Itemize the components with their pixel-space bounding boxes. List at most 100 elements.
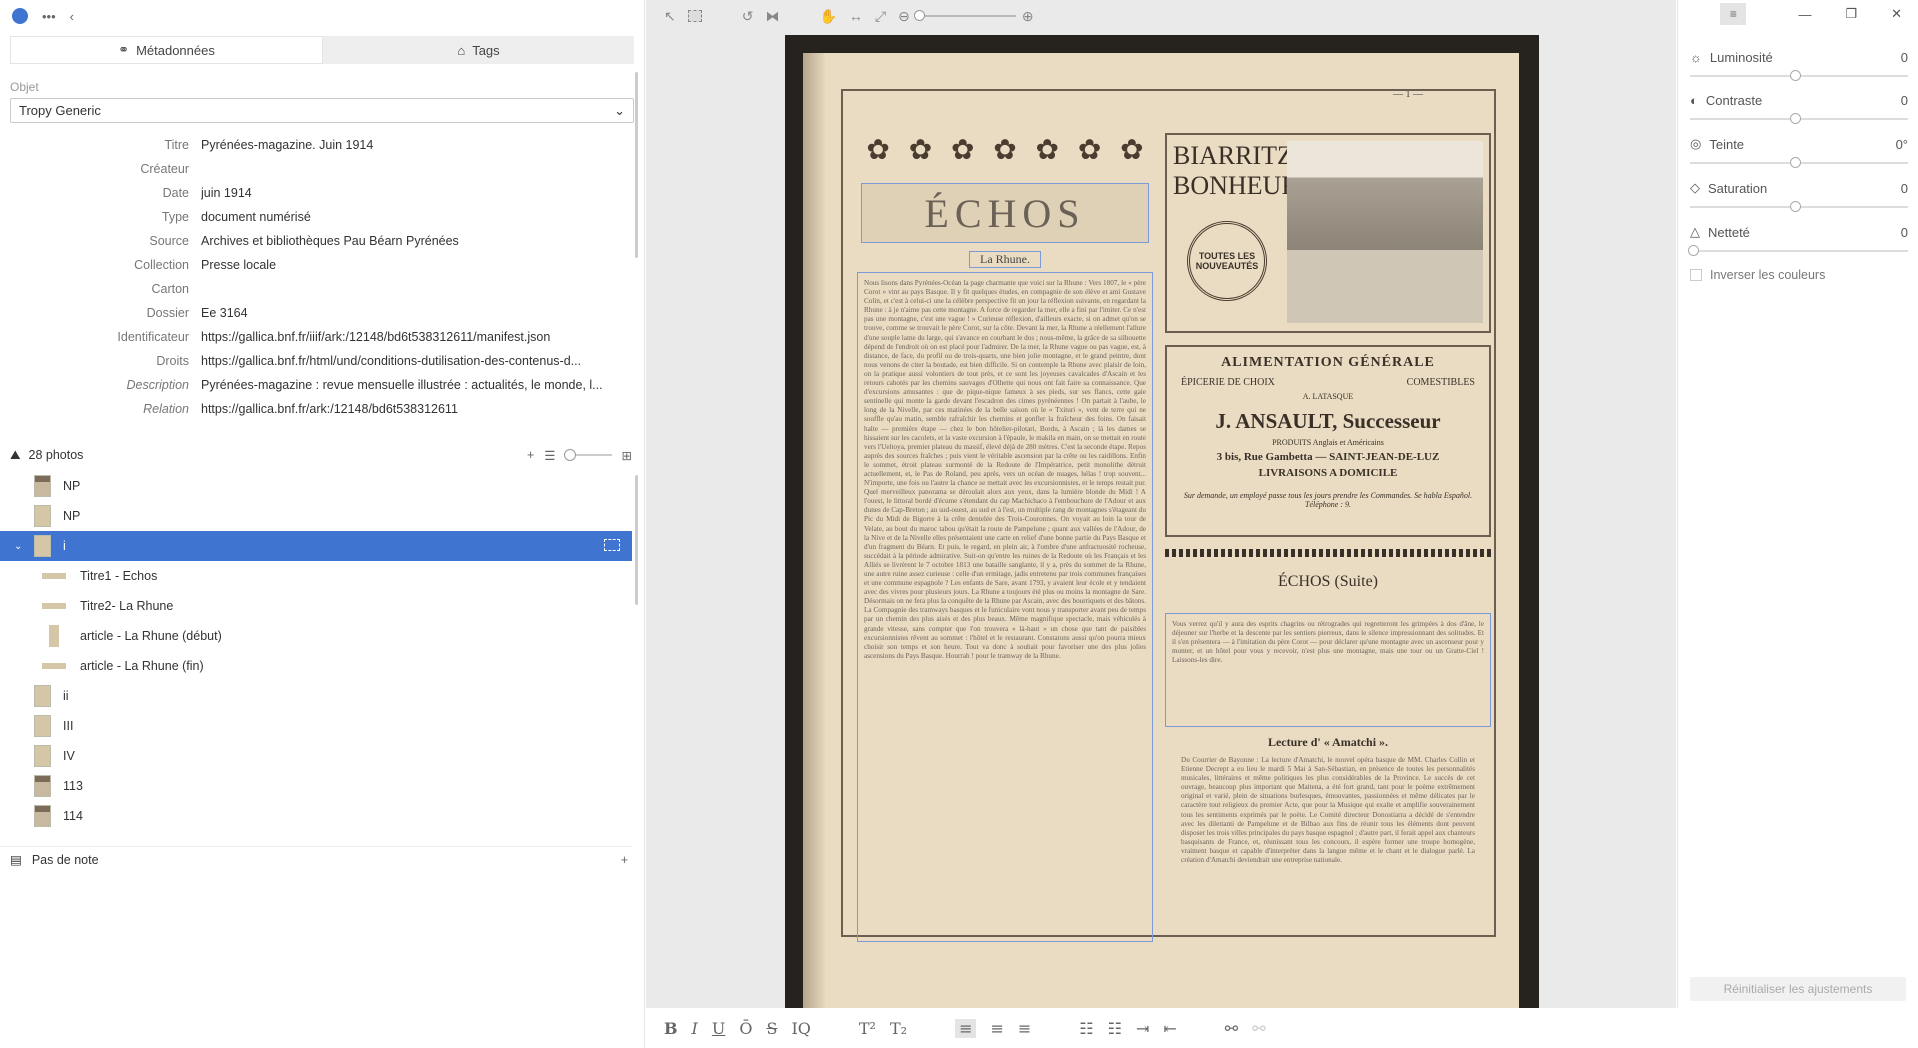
- back-icon[interactable]: ‹: [70, 9, 74, 24]
- metadata-row[interactable]: Dossier Ee 3164: [0, 301, 644, 325]
- arrow-tool-icon[interactable]: ↖: [664, 8, 676, 25]
- italic-button[interactable]: I: [692, 1019, 698, 1038]
- rotate-icon[interactable]: ↺: [742, 8, 754, 25]
- fit-icon[interactable]: ⤢: [875, 8, 886, 25]
- invert-checkbox[interactable]: [1690, 269, 1702, 281]
- metadata-value[interactable]: Pyrénées-magazine : revue mensuelle illu…: [201, 378, 621, 392]
- invert-colors[interactable]: Inverser les couleurs: [1690, 268, 1908, 282]
- tab-tags[interactable]: ⌂ Tags: [323, 36, 634, 64]
- hue-slider[interactable]: [1690, 157, 1908, 168]
- metadata-row[interactable]: Identificateur https://gallica.bnf.fr/iii…: [0, 325, 644, 349]
- selection-suite[interactable]: Vous verrez qu'il y aura des esprits cha…: [1165, 613, 1491, 727]
- selection-item[interactable]: Titre1 - Echos: [0, 561, 632, 591]
- slider-knob[interactable]: [1790, 201, 1801, 212]
- mirror-icon[interactable]: ⧓: [765, 8, 779, 25]
- metadata-row[interactable]: Droits https://gallica.bnf.fr/html/und/co…: [0, 349, 644, 373]
- sharpness-slider[interactable]: [1688, 245, 1908, 256]
- metadata-value[interactable]: https://gallica.bnf.fr/iiif/ark:/12148/b…: [201, 330, 621, 344]
- metadata-row[interactable]: Type document numérisé: [0, 205, 644, 229]
- selection-echos-title[interactable]: ÉCHOS: [861, 183, 1149, 243]
- grid-view-icon[interactable]: ⊞: [622, 448, 632, 463]
- zoom-slider[interactable]: [913, 10, 1016, 21]
- thumb-size-slider[interactable]: [563, 449, 612, 461]
- metadata-value[interactable]: juin 1914: [201, 186, 621, 200]
- zoom-knob[interactable]: [913, 10, 925, 21]
- metadata-value[interactable]: https://gallica.bnf.fr/ark:/12148/bd6t53…: [201, 402, 621, 416]
- outdent-icon[interactable]: ⇤: [1163, 1019, 1176, 1038]
- metadata-row[interactable]: Carton: [0, 277, 644, 301]
- metadata-value[interactable]: Presse locale: [201, 258, 621, 272]
- list-item-selected[interactable]: ⌄ i: [0, 531, 632, 561]
- zoom-out-icon[interactable]: ⊖: [898, 8, 910, 25]
- metadata-scrollbar[interactable]: [635, 72, 638, 258]
- template-select[interactable]: Tropy Generic ⌄: [10, 98, 634, 123]
- fit-width-icon[interactable]: ↔: [849, 8, 863, 24]
- metadata-value[interactable]: Pyrénées-magazine. Juin 1914: [201, 138, 621, 152]
- superscript-button[interactable]: T²: [859, 1019, 876, 1038]
- selection-item[interactable]: Titre2- La Rhune: [0, 591, 632, 621]
- subscript-button[interactable]: T₂: [890, 1019, 907, 1038]
- underline-button[interactable]: U: [712, 1019, 725, 1038]
- photos-scrollbar[interactable]: [635, 475, 638, 605]
- metadata-value[interactable]: Ee 3164: [201, 306, 621, 320]
- link-icon[interactable]: ⚯: [1225, 1019, 1238, 1038]
- app-icon[interactable]: [12, 8, 28, 24]
- metadata-row[interactable]: Titre Pyrénées-magazine. Juin 1914: [0, 133, 644, 157]
- selection-item[interactable]: article - La Rhune (début): [0, 621, 632, 651]
- slider-knob[interactable]: [1688, 245, 1699, 256]
- list-view-icon[interactable]: ☰: [544, 448, 555, 463]
- overline-button[interactable]: Ō: [739, 1019, 752, 1038]
- chevron-down-icon[interactable]: ⌄: [14, 541, 22, 552]
- more-icon[interactable]: •••: [42, 9, 56, 24]
- tab-metadata[interactable]: ⚭ Métadonnées: [10, 36, 323, 64]
- metadata-row[interactable]: Date juin 1914: [0, 181, 644, 205]
- contrast-slider[interactable]: [1690, 113, 1908, 124]
- list-item[interactable]: 113: [0, 771, 632, 801]
- add-note-icon[interactable]: +: [621, 853, 628, 867]
- selection-icon[interactable]: [604, 539, 620, 551]
- metadata-value[interactable]: https://gallica.bnf.fr/html/und/conditio…: [201, 354, 621, 368]
- minimize-icon[interactable]: —: [1798, 7, 1811, 22]
- selection-rhune-title[interactable]: La Rhune.: [969, 251, 1041, 268]
- unlink-icon[interactable]: ⚯: [1252, 1019, 1265, 1038]
- slider-knob[interactable]: [1790, 157, 1801, 168]
- list-item[interactable]: 114: [0, 801, 632, 831]
- slider-knob[interactable]: [1790, 113, 1801, 124]
- metadata-row[interactable]: Description Pyrénées-magazine : revue men…: [0, 373, 644, 397]
- saturation-slider[interactable]: [1690, 201, 1908, 212]
- close-icon[interactable]: ✕: [1891, 6, 1902, 22]
- list-item[interactable]: NP: [0, 501, 632, 531]
- bold-button[interactable]: B: [664, 1019, 678, 1038]
- hand-icon[interactable]: ✋: [819, 8, 836, 25]
- metadata-value[interactable]: document numérisé: [201, 210, 621, 224]
- align-right-icon[interactable]: ≡: [1018, 1019, 1031, 1038]
- list-item[interactable]: NP: [0, 471, 632, 501]
- list-item[interactable]: ii: [0, 681, 632, 711]
- metadata-row[interactable]: Créateur: [0, 157, 644, 181]
- metadata-row[interactable]: Collection Presse locale: [0, 253, 644, 277]
- selection-item[interactable]: article - La Rhune (fin): [0, 651, 632, 681]
- sliders-icon[interactable]: ≡: [1720, 3, 1747, 25]
- slider-knob[interactable]: [563, 449, 576, 461]
- bullet-list-icon[interactable]: ☷: [1079, 1019, 1093, 1038]
- strike-button[interactable]: S: [766, 1019, 777, 1038]
- add-icon[interactable]: +: [527, 448, 534, 462]
- selection-article[interactable]: Nous lisons dans Pyrénées-Océan la page …: [857, 272, 1153, 942]
- metadata-row[interactable]: Source Archives et bibliothèques Pau Béar…: [0, 229, 644, 253]
- list-item[interactable]: III: [0, 711, 632, 741]
- list-item[interactable]: IV: [0, 741, 632, 771]
- metadata-value[interactable]: Archives et bibliothèques Pau Béarn Pyré…: [201, 234, 621, 248]
- slider-knob[interactable]: [1790, 70, 1801, 81]
- reset-button[interactable]: Réinitialiser les ajustements: [1690, 977, 1906, 1001]
- brightness-slider[interactable]: [1690, 70, 1908, 81]
- image-viewer[interactable]: ↖ ↺ ⧓ ✋ ↔ ⤢ ⊖ ⊕ — 1 — ✿ ✿ ✿ ✿ ✿ ✿ ✿ ÉCHOS: [646, 0, 1676, 1008]
- quote-button[interactable]: IQ: [791, 1019, 810, 1038]
- metadata-row[interactable]: Relation https://gallica.bnf.fr/ark:/1214…: [0, 397, 644, 421]
- indent-icon[interactable]: ⇥: [1136, 1019, 1149, 1038]
- zoom-in-icon[interactable]: ⊕: [1022, 8, 1034, 25]
- selection-tool-icon[interactable]: [687, 10, 702, 22]
- restore-icon[interactable]: ❐: [1845, 6, 1857, 22]
- align-center-icon[interactable]: ≡: [990, 1019, 1003, 1038]
- align-left-icon[interactable]: ≡: [955, 1018, 977, 1038]
- numbered-list-icon[interactable]: ☷: [1108, 1019, 1122, 1038]
